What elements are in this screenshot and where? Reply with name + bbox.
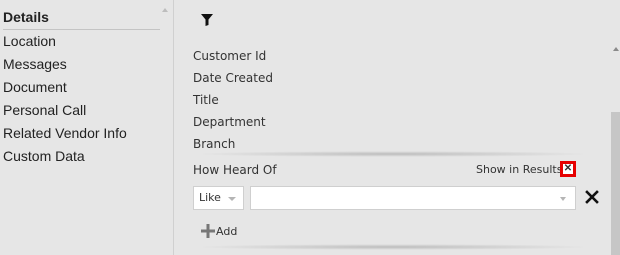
sidebar-item-document[interactable]: Document: [3, 76, 173, 99]
sidebar-item-location[interactable]: Location: [3, 30, 173, 53]
field-date-created[interactable]: Date Created: [193, 71, 273, 85]
operator-select-value: Like: [199, 191, 221, 204]
field-list: Customer Id Date Created Title Departmen…: [193, 45, 273, 155]
sidebar-item-related-vendor-info[interactable]: Related Vendor Info: [3, 122, 173, 145]
sidebar-list: Details Location Messages Document Perso…: [0, 0, 173, 168]
sidebar-item-personal-call[interactable]: Personal Call: [3, 99, 173, 122]
list-item[interactable]: Title: [193, 89, 273, 111]
sidebar-item-details[interactable]: Details: [3, 6, 160, 30]
list-item[interactable]: Department: [193, 111, 273, 133]
field-title[interactable]: Title: [193, 93, 219, 107]
field-customer-id[interactable]: Customer Id: [193, 49, 266, 63]
plus-icon: [201, 224, 215, 238]
criteria-value-input[interactable]: [250, 186, 576, 210]
list-item[interactable]: Date Created: [193, 67, 273, 89]
field-branch[interactable]: Branch: [193, 137, 235, 151]
field-department[interactable]: Department: [193, 115, 266, 129]
list-item[interactable]: Customer Id: [193, 45, 273, 67]
close-icon[interactable]: [584, 189, 600, 205]
operator-select[interactable]: Like: [193, 186, 244, 210]
divider-shadow: [193, 151, 593, 157]
chevron-down-icon[interactable]: [560, 197, 566, 201]
main-panel: Customer Id Date Created Title Departmen…: [174, 0, 620, 255]
add-button-label: Add: [216, 224, 238, 238]
add-criteria-button[interactable]: Add: [201, 224, 237, 238]
filter-icon[interactable]: [201, 14, 213, 26]
criteria-field-label: How Heard Of: [193, 163, 277, 177]
show-in-results-checkbox[interactable]: ✕: [560, 161, 576, 177]
sidebar-item-messages[interactable]: Messages: [3, 53, 173, 76]
chevron-down-icon: [228, 197, 236, 201]
scrollbar-thumb[interactable]: [611, 112, 620, 255]
checkbox-check-icon: ✕: [563, 163, 573, 174]
sidebar: Details Location Messages Document Perso…: [0, 0, 173, 255]
sidebar-item-custom-data[interactable]: Custom Data: [3, 145, 173, 168]
bottom-divider-shadow: [193, 244, 593, 250]
scroll-up-icon[interactable]: [613, 47, 619, 51]
show-in-results-label: Show in Results: [476, 163, 563, 176]
sidebar-scroll-up-icon[interactable]: [162, 8, 168, 12]
